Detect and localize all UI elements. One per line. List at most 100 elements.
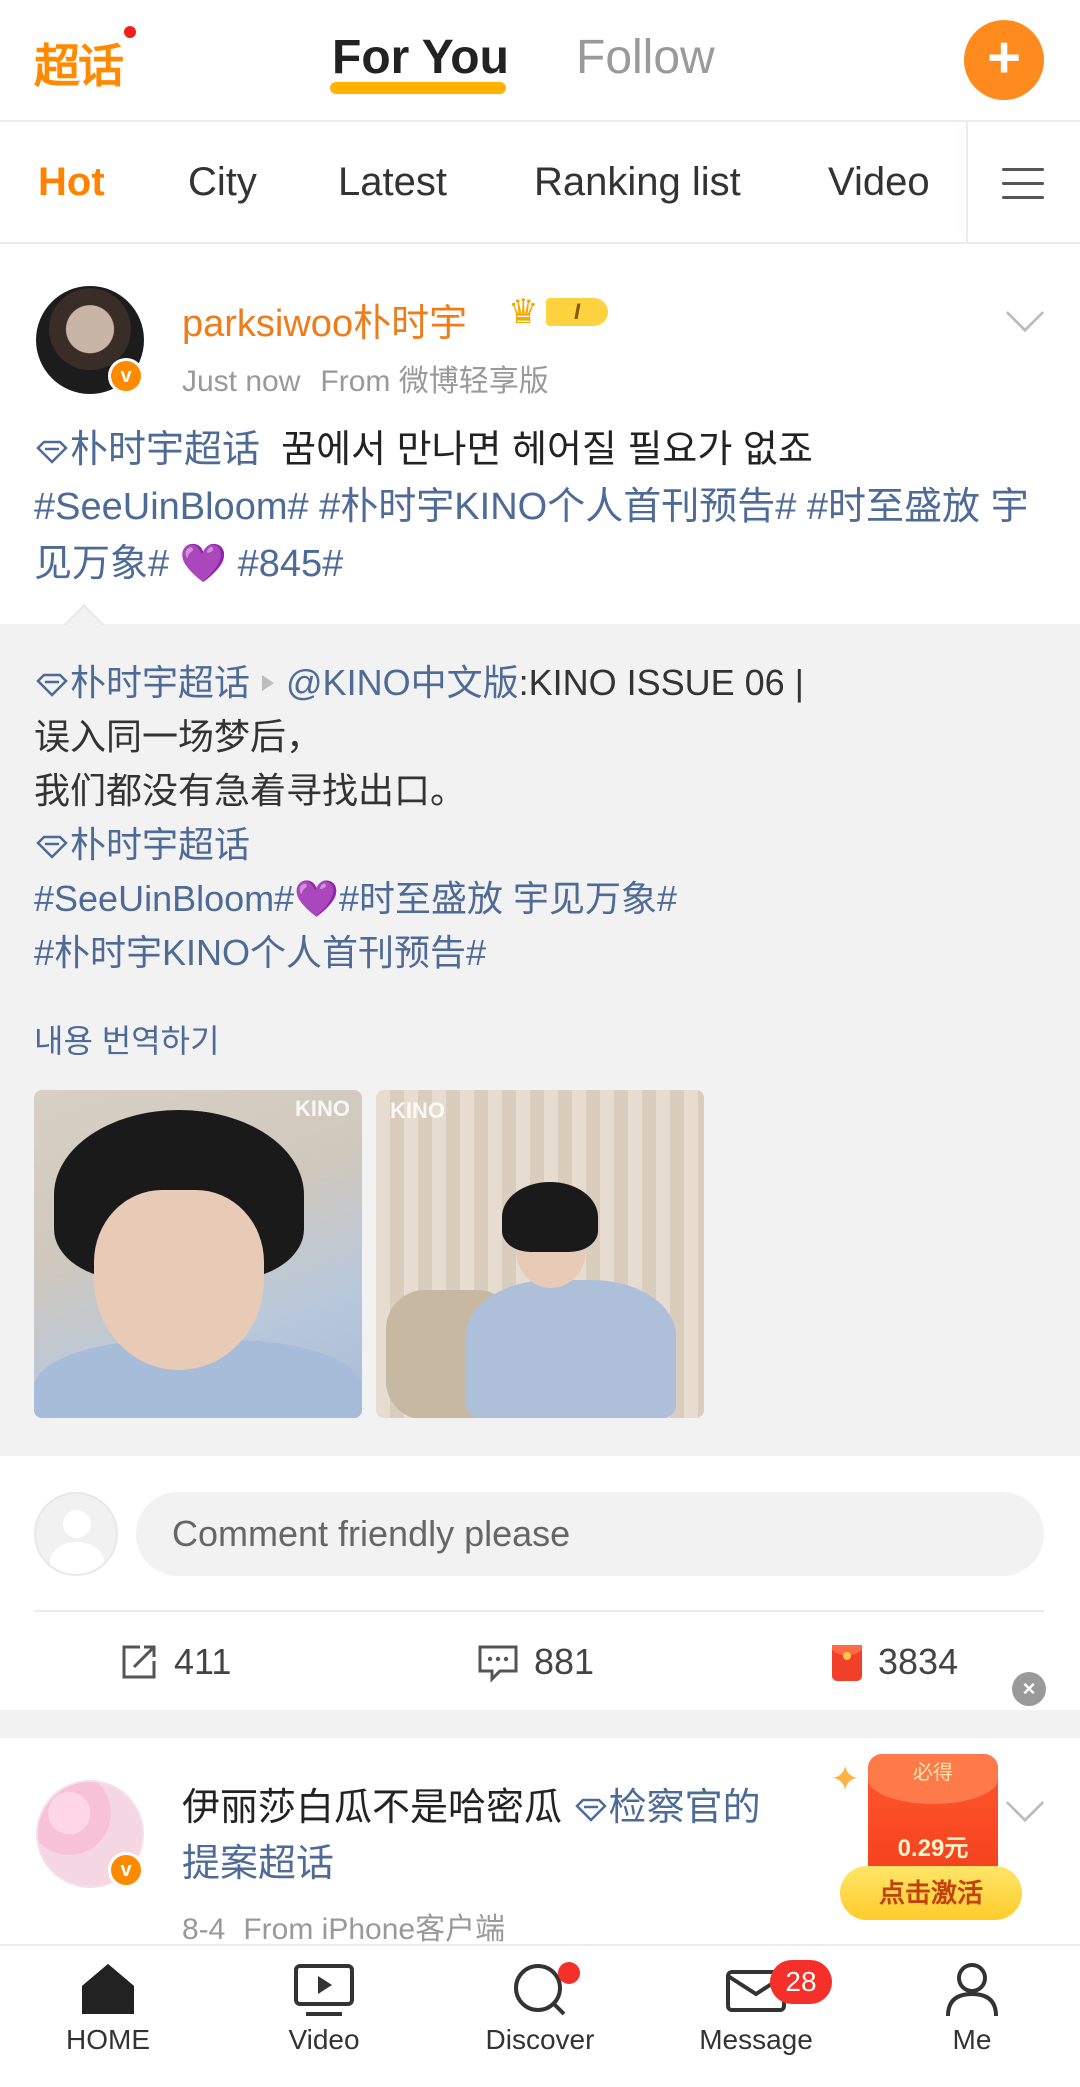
photo-watermark: KINO <box>295 1096 350 1121</box>
message-badge: 28 <box>770 1960 832 2004</box>
my-avatar <box>34 1492 118 1576</box>
chevron-down-icon[interactable] <box>1005 293 1045 333</box>
crown-icon: ♛ <box>508 293 539 331</box>
red-packet-widget[interactable]: ✦ 必得 0.29元 点击激活 <box>830 1748 1022 1920</box>
level-tag: I <box>546 298 608 326</box>
photo-shirt <box>466 1280 676 1418</box>
translate-link[interactable]: 내용 번역하기 <box>34 1016 220 1062</box>
nav-me[interactable]: Me <box>892 1960 1052 2056</box>
red-packet-amount: 0.29元 <box>897 1835 969 1862</box>
discover-dot <box>558 1962 580 1984</box>
post-source: From 微博轻享版 <box>320 365 549 398</box>
post2-header: 伊丽莎白瓜不是哈密瓜 检察官的提案超话 <box>182 1780 782 1892</box>
diamond-icon <box>36 835 68 859</box>
logo-text: 超话 <box>34 39 124 93</box>
post2-date: 8-4 <box>182 1913 226 1946</box>
subtab-ranking-list[interactable]: Ranking list <box>534 160 741 205</box>
nav-video-label: Video <box>288 2024 360 2055</box>
post-time: Just now <box>182 365 301 398</box>
subtab-video[interactable]: Video <box>828 160 930 205</box>
post2-meta: 8-4 From iPhone客户端 <box>182 1904 505 1948</box>
member-badge[interactable]: ♛ I <box>508 292 612 331</box>
photo-face <box>94 1190 264 1370</box>
subtab-city[interactable]: City <box>188 160 257 205</box>
post-meta: Just now From 微博轻享版 <box>182 356 549 400</box>
subtab-latest[interactable]: Latest <box>338 160 447 205</box>
home-icon <box>82 1964 134 2014</box>
nav-discover-label: Discover <box>485 2024 595 2055</box>
add-post-button[interactable]: + <box>964 20 1044 100</box>
category-tabs: Hot City Latest Ranking list Video <box>0 122 1080 244</box>
diamond-icon <box>574 1798 607 1822</box>
mention-kino[interactable]: @KINO中文版 <box>286 662 519 703</box>
super-topic-text: 朴时宇超话 <box>70 429 261 471</box>
divider <box>34 1610 1044 1612</box>
repost-line-3: 我们都没有急着寻找出口。 <box>34 770 467 811</box>
repost-super-topic-link-2[interactable]: 朴时宇超话 <box>34 824 250 865</box>
repost-button[interactable]: 411 <box>118 1640 231 1684</box>
subtab-divider <box>966 122 968 242</box>
comment-count: 881 <box>534 1641 595 1682</box>
repost-super-topic-text: 朴时宇超话 <box>70 662 251 703</box>
repost-super-topic-link[interactable]: 朴时宇超话 <box>34 662 250 703</box>
video-icon <box>294 1964 354 2016</box>
nav-home[interactable]: HOME <box>28 1960 188 2056</box>
nav-home-label: HOME <box>66 2024 150 2055</box>
repost-icon <box>122 1645 156 1679</box>
star-icon: ✦ <box>830 1758 861 1799</box>
tab-for-you[interactable]: For You <box>332 30 509 85</box>
repost-super-topic-text-2: 朴时宇超话 <box>70 824 251 865</box>
hashtag-kino-preview[interactable]: #朴时宇KINO个人首刊预告# <box>319 486 796 528</box>
post-photo-1[interactable]: KINO <box>34 1090 362 1418</box>
photo-hair <box>502 1182 598 1252</box>
verified-badge-icon: v <box>108 358 144 394</box>
close-icon[interactable]: × <box>1012 1672 1046 1706</box>
nav-video[interactable]: Video <box>244 1960 404 2056</box>
korean-text: 꿈에서 만나면 헤어질 필요가 없죠 <box>281 429 813 471</box>
active-tab-indicator <box>330 82 506 94</box>
super-topic-link[interactable]: 朴时宇超话 <box>34 429 260 471</box>
repost-hashtag-seeuinbloom[interactable]: #SeeUinBloom# <box>34 878 294 919</box>
menu-icon[interactable] <box>1002 168 1044 202</box>
plus-icon: + <box>987 25 1021 90</box>
super-topic-logo[interactable]: 超话 <box>34 24 138 93</box>
must-get-label: 必得 <box>913 1762 953 1784</box>
hashtag-seeuinbloom[interactable]: #SeeUinBloom# <box>34 486 309 528</box>
top-bar: 超话 For You Follow + <box>0 0 1080 122</box>
verified-badge-icon: v <box>108 1852 144 1888</box>
purple-heart-emoji: 💜 <box>294 878 339 919</box>
like-count: 3834 <box>878 1641 959 1682</box>
arrow-right-icon <box>262 675 275 691</box>
diamond-icon <box>36 440 68 464</box>
diamond-icon <box>36 673 68 697</box>
repost-hashtag-shizhi[interactable]: #时至盛放 宇见万象# <box>339 878 677 919</box>
red-envelope-icon <box>832 1645 862 1681</box>
nav-me-label: Me <box>952 2024 992 2055</box>
repost-text: 朴时宇超话 @KINO中文版:KINO ISSUE 06 | 误入同一场梦后， 我… <box>34 656 1044 980</box>
comment-button[interactable]: 881 <box>476 1640 594 1684</box>
bottom-nav: HOME Video Discover 28 Message Me <box>0 1944 1080 2087</box>
nav-message[interactable]: 28 Message <box>676 1960 836 2056</box>
post2-source: From iPhone客户端 <box>243 1913 506 1946</box>
activate-button[interactable]: 点击激活 <box>840 1866 1022 1920</box>
comment-icon <box>478 1645 518 1683</box>
like-button[interactable]: 3834 <box>830 1640 958 1684</box>
repost-issue: :KINO ISSUE 06 | <box>518 662 805 703</box>
photo-watermark: KINO <box>390 1098 445 1123</box>
chevron-down-icon[interactable] <box>1005 1783 1045 1823</box>
nav-message-label: Message <box>699 2024 813 2055</box>
post-text: 朴时宇超话 꿈에서 만나면 헤어질 필요가 없죠 #SeeUinBloom# #… <box>34 422 1044 593</box>
post2-author[interactable]: 伊丽莎白瓜不是哈密瓜 <box>182 1787 562 1829</box>
notification-dot <box>122 24 138 40</box>
subtab-hot[interactable]: Hot <box>38 160 105 205</box>
hashtag-845[interactable]: #845# <box>238 543 344 585</box>
author-name[interactable]: parksiwoo朴时宇 <box>182 292 467 347</box>
repost-count: 411 <box>174 1641 232 1682</box>
nav-discover[interactable]: Discover <box>460 1960 620 2056</box>
repost-line-2: 误入同一场梦后， <box>34 716 323 757</box>
post-photo-2[interactable]: KINO <box>376 1090 704 1418</box>
comment-input[interactable] <box>136 1492 1044 1576</box>
purple-heart-emoji: 💜 <box>179 543 228 585</box>
repost-hashtag-kino[interactable]: #朴时宇KINO个人首刊预告# <box>34 932 486 973</box>
tab-follow[interactable]: Follow <box>576 30 715 85</box>
